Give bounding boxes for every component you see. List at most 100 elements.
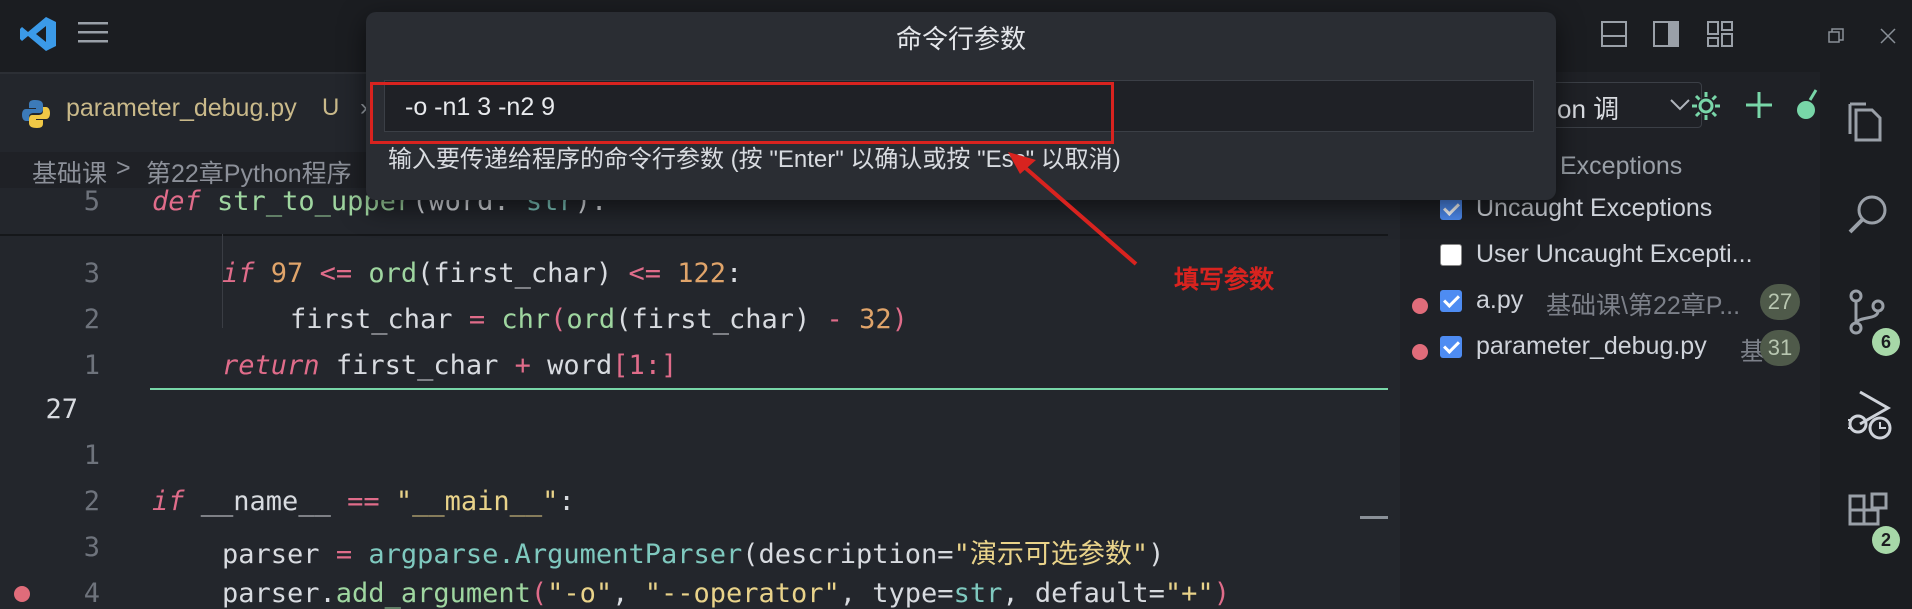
breakpoint-line-count: 31 [1760, 330, 1800, 366]
slice: [1:] [612, 350, 678, 381]
breakpoint-label: User Uncaught Excepti... [1476, 240, 1753, 268]
module: argparse. [368, 539, 515, 570]
search-icon[interactable] [1846, 192, 1890, 236]
number: 32 [859, 304, 892, 335]
close-window-icon[interactable] [1880, 28, 1896, 44]
menu-icon[interactable] [78, 20, 108, 44]
line-number: 2 [83, 304, 100, 335]
string: "-o" [547, 578, 613, 609]
code-text: (first_char) [615, 304, 811, 335]
variable: parser. [222, 578, 336, 609]
restore-window-icon[interactable] [1828, 28, 1844, 44]
code-line: if __name__ == "__main__": [152, 486, 575, 517]
tab-filename: parameter_debug.py [66, 94, 297, 122]
explorer-icon[interactable] [1846, 102, 1890, 148]
current-line-number: 27 [45, 394, 78, 425]
operator: <= [319, 258, 353, 289]
breakpoint-label: a.py [1476, 286, 1524, 314]
dialog-title: 命令行参数 [895, 24, 1026, 54]
operator: - [826, 304, 843, 335]
current-line-highlight [150, 388, 1388, 390]
line-number: 1 [83, 440, 100, 471]
keyword: if [152, 486, 185, 517]
operator: + [514, 350, 531, 381]
breakpoint-checkbox[interactable] [1440, 336, 1462, 358]
overview-marker [1360, 516, 1388, 519]
source-control-badge: 6 [1872, 328, 1900, 356]
extensions-badge: 2 [1872, 526, 1900, 554]
keyword: if [222, 258, 255, 289]
breakpoint-item[interactable]: Uncaught Exceptions [1440, 194, 1800, 228]
line-number: 4 [83, 578, 100, 609]
breakpoint-label: parameter_debug.py [1476, 332, 1707, 360]
operator: <= [628, 258, 661, 289]
run-config-dropdown[interactable]: on 调 [1542, 82, 1702, 128]
run-debug-icon[interactable] [1846, 390, 1894, 440]
function-name: ord [566, 304, 616, 335]
add-icon[interactable] [1744, 90, 1774, 120]
code-editor[interactable]: 5 def str_to_upper(word: str): 3 if 97 <… [0, 186, 1400, 609]
variable: word [547, 350, 613, 381]
code-line: parser = argparse.ArgumentParser(descrip… [222, 532, 1164, 571]
number: 97 [270, 258, 304, 289]
line-number: 3 [83, 258, 100, 289]
breakpoint-checkbox[interactable] [1440, 244, 1462, 266]
python-file-icon [22, 100, 50, 128]
sticky-scroll-shadow [0, 234, 1388, 236]
breadcrumb-root[interactable]: 基础课 [32, 154, 107, 190]
string: "__main__" [395, 486, 559, 517]
breadcrumb-separator: > [116, 154, 131, 182]
type-name: str [953, 578, 1003, 609]
line-number: 1 [83, 350, 100, 381]
line-number: 5 [83, 186, 100, 217]
breakpoint-item[interactable]: User Uncaught Excepti... [1440, 240, 1800, 274]
breakpoint-checkbox[interactable] [1440, 198, 1462, 220]
annotation-highlight-box [370, 82, 1114, 144]
bracket: ) [1213, 578, 1230, 609]
tab-status: U [322, 94, 340, 121]
customize-layout-icon[interactable] [1706, 20, 1734, 48]
code-text: , type= [839, 578, 954, 609]
bracket: ( [550, 304, 567, 335]
exceptions-header: Exceptions [1560, 152, 1683, 180]
function-name: ord [368, 258, 418, 289]
line-number: 3 [83, 532, 100, 563]
variable: first_char [335, 350, 499, 381]
toggle-secondary-sidebar-icon[interactable] [1652, 20, 1680, 48]
chevron-down-icon [1670, 99, 1690, 111]
variable: parser [222, 539, 320, 570]
keyword: def [152, 186, 201, 217]
string: "演示可选参数" [953, 539, 1149, 570]
number: 122 [677, 258, 727, 289]
code-line: parser.add_argument("-o", "--operator", … [222, 578, 1230, 609]
breakpoint-item[interactable]: a.py 基础课\第22章P... 27 [1440, 284, 1800, 324]
code-line: first_char = chr(ord(first_char) - 32) [290, 304, 908, 335]
bracket: ) [891, 304, 908, 335]
code-text: , default= [1002, 578, 1165, 609]
operator: == [347, 486, 380, 517]
operator: = [335, 539, 353, 570]
code-text: ) [1148, 539, 1165, 570]
gear-icon[interactable] [1690, 90, 1722, 122]
breadcrumb-chapter[interactable]: 第22章Python程序 [146, 154, 352, 190]
string: "--operator" [644, 578, 840, 609]
code-text: (first_char) [417, 258, 613, 289]
breakpoint-checkbox[interactable] [1440, 290, 1462, 312]
variable: __name__ [200, 486, 331, 517]
code-text: , [612, 578, 645, 609]
code-line: if 97 <= ord(first_char) <= 122: [222, 258, 742, 289]
breakpoint-item[interactable]: parameter_debug.py 基 31 [1440, 330, 1800, 370]
code-text: : [726, 258, 743, 289]
class-name: ArgumentParser [514, 539, 743, 570]
annotation-label: 填写参数 [1174, 266, 1275, 294]
breakpoint-path: 基础课\第22章P... [1546, 292, 1741, 320]
vscode-logo-icon [20, 17, 56, 51]
variable: first_char [290, 304, 453, 335]
breakpoint-line-count: 27 [1760, 284, 1800, 320]
toggle-panel-icon[interactable] [1600, 20, 1628, 48]
tab-parameter-debug[interactable]: parameter_debug.py U › [0, 72, 380, 154]
debug-start-icon[interactable] [1796, 88, 1820, 122]
code-text: (description= [742, 539, 954, 570]
annotation-arrow [1008, 152, 1138, 266]
operator: = [468, 304, 486, 335]
